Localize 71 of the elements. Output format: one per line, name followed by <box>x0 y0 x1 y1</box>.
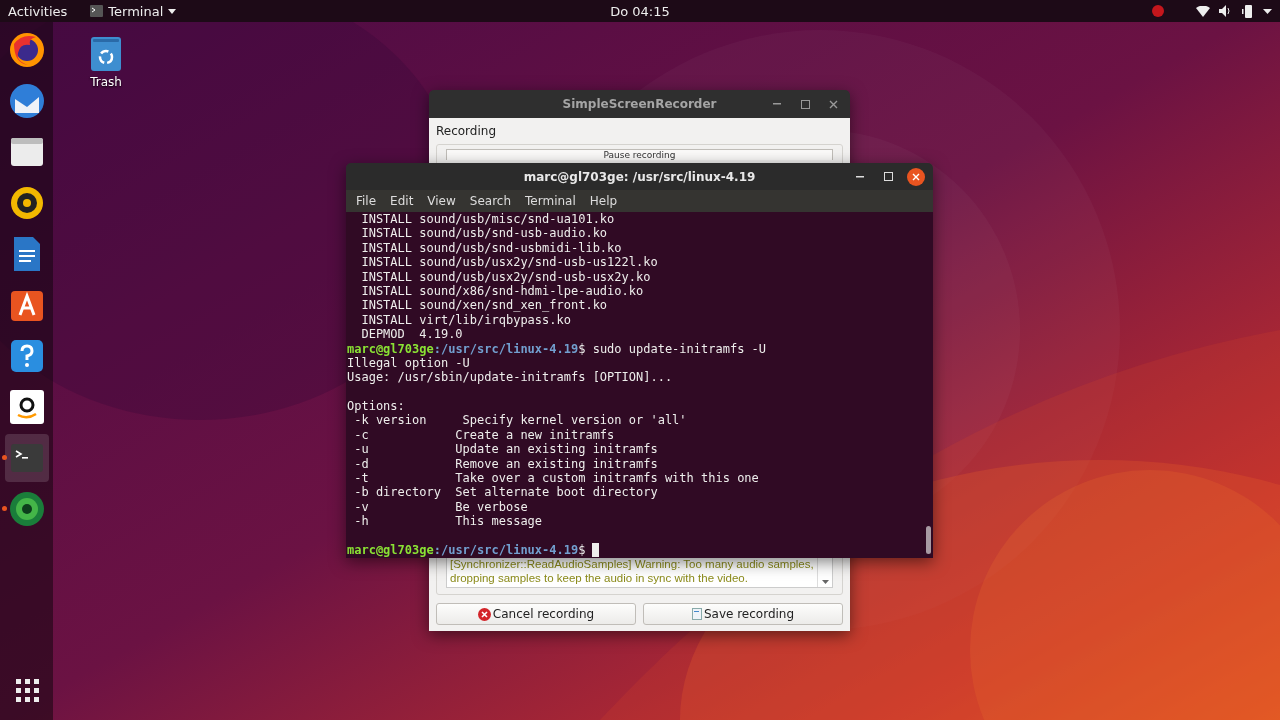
close-button[interactable] <box>907 167 925 186</box>
maximize-icon <box>883 172 893 181</box>
menu-item[interactable]: View <box>420 194 463 208</box>
menu-item[interactable]: Search <box>462 194 519 208</box>
output-line: INSTALL sound/xen/snd_xen_front.ko <box>360 298 608 313</box>
help-icon[interactable] <box>8 338 45 374</box>
app-menu-label[interactable]: Terminal <box>108 3 164 19</box>
command-text: $ <box>578 543 586 558</box>
window-title: SimpleScreenRecorder <box>562 97 717 111</box>
output-line: -h This message <box>353 514 543 529</box>
output-line: INSTALL sound/usb/usx2y/snd-usb-us122l.ko <box>360 255 658 270</box>
mail-icon[interactable] <box>7 82 46 120</box>
save-button[interactable]: Save recording <box>643 603 843 625</box>
close-icon <box>912 172 920 181</box>
output-line: Illegal option -U <box>347 355 470 371</box>
menu-item[interactable]: Terminal <box>518 194 583 208</box>
menu-item[interactable]: Help <box>582 194 625 208</box>
record-icon[interactable] <box>8 491 45 527</box>
terminal-icon <box>90 5 104 17</box>
prompt-user: marc@gl703ge <box>347 341 434 356</box>
minimize-icon <box>856 175 864 178</box>
output-line: INSTALL sound/usb/usx2y/snd-usb-usx2y.ko <box>360 269 651 284</box>
output-line: -c Create a new initramfs <box>353 427 615 443</box>
pause-button[interactable]: Pause recording <box>446 149 833 160</box>
maximize-icon <box>800 99 810 109</box>
desktop-icon-label[interactable]: Trash <box>90 75 122 89</box>
output-line: -t Take over a custom initramfs with this one <box>353 471 759 486</box>
volume-icon[interactable] <box>1219 5 1233 17</box>
record-indicator-icon[interactable] <box>1152 5 1164 17</box>
scrollbar-thumb[interactable] <box>926 526 931 554</box>
menu-item[interactable]: Edit <box>383 194 421 208</box>
document-icon[interactable] <box>11 236 42 272</box>
cancel-button[interactable]: Cancel recording <box>436 603 636 625</box>
trash-icon[interactable] <box>91 37 121 71</box>
output-line: -v Be verbose <box>353 499 528 515</box>
minimize-icon <box>773 103 781 105</box>
clock[interactable]: Do 04:15 <box>610 3 670 19</box>
output-line: INSTALL sound/x86/snd-hdmi-lpe-audio.ko <box>360 283 644 299</box>
caret-icon[interactable] <box>1263 8 1272 14</box>
output-line: Options: <box>347 399 405 414</box>
output-line: Usage: /usr/sbin/update-initramfs [OPTION]... <box>347 370 673 385</box>
folder-icon[interactable] <box>8 135 45 169</box>
battery-icon[interactable] <box>1242 4 1254 18</box>
output-line: INSTALL sound/usb/snd-usb-audio.ko <box>360 226 608 241</box>
output-line: -d Remove an existing initramfs <box>353 456 658 472</box>
output-line: INSTALL sound/usb/misc/snd-ua101.ko <box>360 212 615 227</box>
section-label: Recording <box>436 124 498 138</box>
prompt-path: :/usr/src/linux-4.19 <box>433 341 579 356</box>
window-title: marc@gl703ge: /usr/src/linux-4.19 <box>523 169 756 184</box>
wifi-icon[interactable] <box>1196 5 1210 17</box>
log-message: [Synchronizer::ReadAudioSamples] Warning: Too many audio samples, dropping samples to keep the audio in sync with the video. <box>449 557 815 586</box>
output-line: DEPMOD 4.19.0 <box>360 327 463 342</box>
terminal-icon[interactable] <box>9 443 44 473</box>
prompt-user: marc@gl703ge <box>347 543 434 558</box>
document-icon <box>691 608 702 620</box>
menu-item[interactable]: File <box>349 194 384 208</box>
command-text: $ sudo update-initramfs -U <box>578 341 767 356</box>
activities-button[interactable]: Activities <box>8 3 68 19</box>
output-line: INSTALL virt/lib/irqbypass.ko <box>360 312 571 328</box>
cancel-icon <box>477 607 491 621</box>
firefox-icon[interactable] <box>7 31 46 69</box>
caret-icon <box>168 8 177 14</box>
output-line: -k version Specify kernel version or 'all' <box>353 413 687 428</box>
scroll-down-icon[interactable] <box>821 580 829 584</box>
prompt-path: :/usr/src/linux-4.19 <box>433 543 579 558</box>
output-line: -b directory Set alternate boot directory <box>353 485 658 500</box>
speaker-icon[interactable] <box>8 185 45 221</box>
apps-grid-icon[interactable] <box>14 678 39 702</box>
close-icon <box>828 99 838 109</box>
output-line: INSTALL sound/usb/snd-usbmidi-lib.ko <box>360 240 622 256</box>
output-line: -u Update an existing initramfs <box>353 442 658 457</box>
